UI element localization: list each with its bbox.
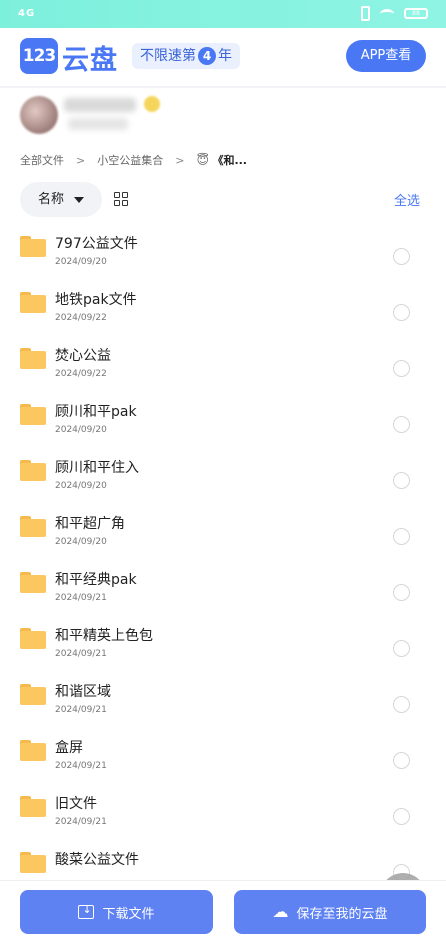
folder-icon (20, 740, 46, 761)
file-row[interactable]: 和谐区域 2024/09/21 (0, 672, 446, 728)
header-divider (0, 86, 446, 88)
select-radio[interactable] (393, 696, 410, 713)
file-date: 2024/09/20 (55, 537, 107, 547)
battery-icon: 88 (404, 8, 428, 19)
file-row[interactable]: 顾川和平住入 2024/09/20 (0, 448, 446, 504)
file-name: 797公益文件 (55, 236, 138, 252)
folder-icon (20, 404, 46, 425)
select-all-button[interactable]: 全选 (394, 190, 420, 209)
file-row[interactable]: 焚心公益 2024/09/22 (0, 336, 446, 392)
caret-down-icon (74, 197, 84, 203)
folder-icon (20, 796, 46, 817)
file-row[interactable]: 797公益文件 2024/09/20 (0, 224, 446, 280)
folder-icon (20, 292, 46, 313)
file-name: 和谐区域 (55, 684, 111, 700)
folder-icon (20, 460, 46, 481)
promo-suffix: 年 (218, 48, 232, 64)
file-row[interactable]: 和平经典pak 2024/09/21 (0, 560, 446, 616)
file-date: 2024/09/21 (55, 761, 107, 771)
file-date: 2024/09/21 (55, 649, 107, 659)
download-label: 下载文件 (102, 906, 155, 922)
download-button[interactable]: 下载文件 (20, 890, 213, 934)
signal-indicator: 4G (18, 8, 36, 19)
file-date: 2024/09/21 (55, 705, 107, 715)
file-row[interactable]: 和平精英上色包 2024/09/21 (0, 616, 446, 672)
promo-badge: 不限速第 4 年 (132, 43, 240, 69)
user-emoji-icon (144, 96, 160, 112)
select-radio[interactable] (393, 752, 410, 769)
folder-icon (20, 684, 46, 705)
breadcrumb-separator: > (76, 153, 86, 167)
save-label: 保存至我的云盘 (296, 906, 388, 922)
select-radio[interactable] (393, 304, 410, 321)
select-radio[interactable] (393, 584, 410, 601)
avatar (20, 96, 58, 134)
logo-text: 云盘 (62, 45, 118, 76)
file-name: 和平精英上色包 (55, 628, 153, 644)
file-list: 797公益文件 2024/09/20 地铁pak文件 2024/09/22 焚心公益 20… (0, 224, 446, 896)
breadcrumb-current: 《和... (212, 154, 247, 167)
user-name-blurred (64, 98, 136, 112)
file-row[interactable]: 盒屏 2024/09/21 (0, 728, 446, 784)
wifi-icon (380, 8, 394, 19)
breadcrumb-separator: > (175, 153, 185, 167)
select-radio[interactable] (393, 360, 410, 377)
file-name: 地铁pak文件 (55, 292, 137, 308)
status-icons: 88 (361, 6, 428, 21)
logo-icon: 123 (20, 38, 58, 74)
file-date: 2024/09/20 (55, 257, 107, 267)
sharer-profile (20, 96, 440, 138)
file-name: 盒屏 (55, 740, 83, 756)
download-icon (78, 903, 95, 919)
folder-icon (20, 236, 46, 257)
file-row[interactable]: 旧文件 2024/09/21 (0, 784, 446, 840)
sort-dropdown[interactable]: 名称 (20, 182, 102, 217)
breadcrumb-root[interactable]: 全部文件 (20, 152, 64, 168)
file-name: 和平超广角 (55, 516, 125, 532)
breadcrumb-level1[interactable]: 小空公益集合 (97, 152, 163, 168)
sort-label: 名称 (38, 192, 65, 207)
user-subtitle-blurred (68, 118, 128, 130)
folder-icon (20, 852, 46, 873)
promo-number: 4 (198, 47, 216, 65)
file-name: 顾川和平pak (55, 404, 137, 420)
promo-prefix: 不限速第 (140, 48, 196, 64)
status-bar: 4G 88 (0, 0, 446, 28)
select-radio[interactable] (393, 808, 410, 825)
folder-icon (20, 348, 46, 369)
file-row[interactable]: 顾川和平pak 2024/09/20 (0, 392, 446, 448)
file-name: 旧文件 (55, 796, 97, 812)
file-name: 焚心公益 (55, 348, 111, 364)
file-row[interactable]: 地铁pak文件 2024/09/22 (0, 280, 446, 336)
select-radio[interactable] (393, 248, 410, 265)
app-view-button[interactable]: APP查看 (346, 40, 426, 72)
folder-icon (20, 516, 46, 537)
file-name: 和平经典pak (55, 572, 137, 588)
breadcrumb-emoji-icon: 😇 (196, 153, 209, 167)
bottom-action-bar: 下载文件 ☁ 保存至我的云盘 (0, 880, 446, 941)
file-date: 2024/09/22 (55, 313, 107, 323)
file-row[interactable]: 和平超广角 2024/09/20 (0, 504, 446, 560)
breadcrumb: 全部文件 > 小空公益集合 > 😇 《和... (20, 152, 247, 168)
select-radio[interactable] (393, 528, 410, 545)
file-name: 酸菜公益文件 (55, 852, 139, 868)
folder-icon (20, 628, 46, 649)
save-to-cloud-button[interactable]: ☁ 保存至我的云盘 (234, 890, 426, 934)
cloud-upload-icon: ☁ (272, 902, 289, 921)
folder-icon (20, 572, 46, 593)
app-header: 123 云盘 不限速第 4 年 APP查看 (0, 28, 446, 86)
file-date: 2024/09/21 (55, 593, 107, 603)
file-name: 顾川和平住入 (55, 460, 139, 476)
file-date: 2024/09/22 (55, 369, 107, 379)
file-date: 2024/09/20 (55, 425, 107, 435)
select-radio[interactable] (393, 472, 410, 489)
file-date: 2024/09/20 (55, 481, 107, 491)
select-radio[interactable] (393, 640, 410, 657)
grid-view-icon[interactable] (114, 192, 128, 206)
select-radio[interactable] (393, 416, 410, 433)
file-date: 2024/09/21 (55, 817, 107, 827)
phone-icon (361, 6, 370, 21)
